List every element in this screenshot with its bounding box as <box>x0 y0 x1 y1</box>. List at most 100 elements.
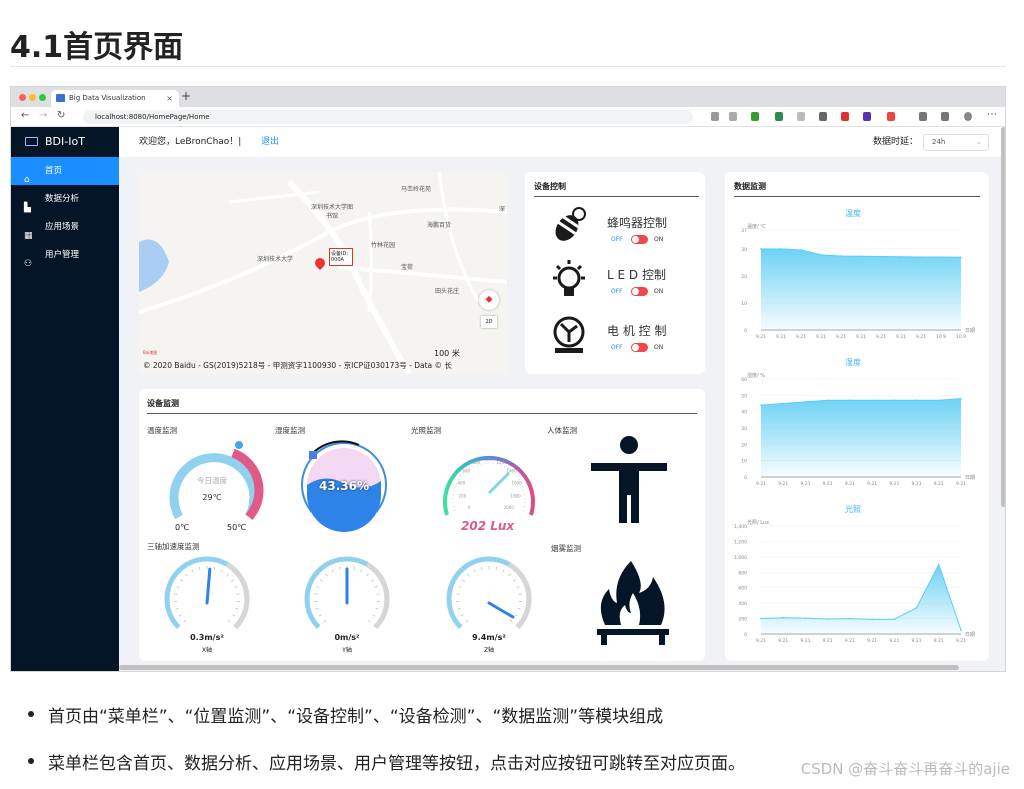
forward-icon[interactable]: → <box>39 110 47 121</box>
x-tick-label: 9.21 <box>778 481 788 487</box>
gauge-tick <box>513 579 516 582</box>
led-switch[interactable] <box>631 287 648 296</box>
gauge-tick <box>176 586 180 588</box>
accel-axis: Z轴 <box>483 647 495 654</box>
extension-icon[interactable] <box>711 112 719 121</box>
switch-on-label: ON <box>654 344 664 351</box>
gauge-tick-label: 1400 <box>507 469 518 474</box>
x-tick-label: 9.21 <box>800 481 810 487</box>
logout-link[interactable]: 退出 <box>261 127 279 157</box>
extension-icon[interactable] <box>797 112 805 121</box>
browser-tab[interactable]: Big Data Visualization × <box>51 90 179 107</box>
extension-icon[interactable] <box>919 112 927 121</box>
gauge-tick <box>199 566 201 570</box>
page-title: 4.1首页界面 <box>10 30 184 65</box>
data-point <box>780 248 782 250</box>
x-tick-label: 9.21 <box>816 334 826 340</box>
sidebar-item-home[interactable]: ⌂ 首页 <box>11 157 119 185</box>
human-monitor-label: 人体监测 <box>547 426 577 435</box>
gauge-tick <box>323 620 326 623</box>
data-point <box>760 248 762 250</box>
data-point <box>960 397 962 400</box>
location-map[interactable]: 马峦岭花苑 深圳技术大学图书馆 海鹏百货 竹林花园 深圳技术大学 设备ID: 0… <box>139 172 507 374</box>
switch-on-label: ON <box>654 288 664 295</box>
gauge-caption: 今日温度 <box>197 476 227 485</box>
close-window-icon[interactable] <box>19 94 26 101</box>
sidebar-item-users[interactable]: ⚇ 用户管理 <box>11 241 119 269</box>
divider <box>534 196 699 197</box>
data-point <box>820 254 822 256</box>
data-point <box>782 617 785 619</box>
bullet-text: 首页由“菜单栏”、“位置监测”、“设备控制”、“设备检测”、“数据监测”等模块组… <box>48 707 664 727</box>
y-tick-label: 37 <box>741 228 747 234</box>
tab-close-icon[interactable]: × <box>166 90 173 107</box>
gauge-tick <box>473 569 476 573</box>
gauge-tick <box>178 614 182 617</box>
gauge-tick <box>375 607 379 610</box>
extension-icon[interactable] <box>887 112 895 121</box>
gauge-tick <box>175 607 179 610</box>
compass-icon[interactable]: ⬥ <box>479 290 499 310</box>
map-label: 海鹏百货 <box>427 222 452 229</box>
bulb-icon <box>553 260 585 296</box>
x-tick-label: 9.21 <box>756 638 766 644</box>
data-point <box>760 404 762 406</box>
x-axis-label: 日期 <box>965 475 975 481</box>
sidebar-item-scenes[interactable]: ▦ 应用场景 <box>11 213 119 241</box>
gauge-tick <box>366 573 369 577</box>
y-tick-label: 0 <box>744 475 747 481</box>
x-tick-label: 9.21 <box>845 481 855 487</box>
more-menu-icon[interactable]: ⋯ <box>987 109 997 120</box>
device-marker-label[interactable]: 设备ID: 000A <box>329 248 353 266</box>
extension-icon[interactable] <box>863 112 871 121</box>
extension-icon[interactable] <box>751 112 759 121</box>
data-point <box>826 399 829 402</box>
new-tab-button[interactable]: + <box>181 89 191 103</box>
gauge-tick <box>185 573 188 577</box>
minimize-window-icon[interactable] <box>29 94 36 101</box>
maximize-window-icon[interactable] <box>39 94 46 101</box>
buzzer-switch[interactable] <box>631 235 648 244</box>
back-icon[interactable]: ← <box>21 110 29 121</box>
scrollbar[interactable] <box>119 665 959 670</box>
data-point <box>782 402 785 405</box>
extension-icon[interactable] <box>841 112 849 121</box>
extension-icon[interactable] <box>729 112 737 121</box>
divider <box>10 66 1006 67</box>
motor-switch[interactable] <box>631 343 648 352</box>
sidebar-item-analysis[interactable]: ▙ 数据分析 <box>11 185 119 213</box>
gauge-tick <box>331 569 334 573</box>
x-tick-label: 9.21 <box>823 638 833 644</box>
url-input[interactable]: localhost:8080/HomePage/Home <box>83 110 693 124</box>
data-point <box>937 563 940 566</box>
top-bar: 欢迎您，LeBronChao！| 退出 数据时延： 24h ⌄ <box>119 127 1005 157</box>
data-point <box>871 618 873 621</box>
gauge-tick <box>325 573 328 577</box>
tab-title: Big Data Visualization <box>69 94 146 102</box>
sidebar-item-label: 应用场景 <box>45 222 80 232</box>
gauge-tick <box>353 566 355 570</box>
reload-icon[interactable]: ↻ <box>57 110 65 121</box>
avatar[interactable] <box>964 112 972 121</box>
x-tick-label: 9.21 <box>912 638 922 644</box>
app-screenshot: Big Data Visualization × + ← → ↻ localho… <box>10 86 1006 672</box>
extension-icon[interactable] <box>819 112 827 121</box>
map-copyright: © 2020 Baidu - GS(2019)5218号 - 甲测资字11009… <box>143 361 452 370</box>
extension-icon[interactable] <box>775 112 783 121</box>
address-bar: ← → ↻ localhost:8080/HomePage/Home ⋯ <box>11 107 1005 127</box>
data-point <box>920 256 922 258</box>
map-2d-button[interactable]: 2D <box>481 316 497 328</box>
switch-knob <box>632 344 639 351</box>
switch-off-label: OFF <box>611 344 623 351</box>
map-label: 马峦岭花苑 <box>401 186 432 193</box>
favicon-icon <box>56 94 65 102</box>
scrollbar[interactable] <box>1001 127 1005 507</box>
buzzer-control-label: 蜂鸣器控制 <box>607 216 668 230</box>
data-point <box>937 399 940 402</box>
delay-select[interactable]: 24h ⌄ <box>923 134 989 151</box>
gauge-tick <box>232 614 236 617</box>
extension-icon[interactable] <box>941 112 949 121</box>
gauge-tick <box>508 573 511 577</box>
y-axis-gauge <box>304 556 390 630</box>
gauge-tick <box>467 573 470 577</box>
